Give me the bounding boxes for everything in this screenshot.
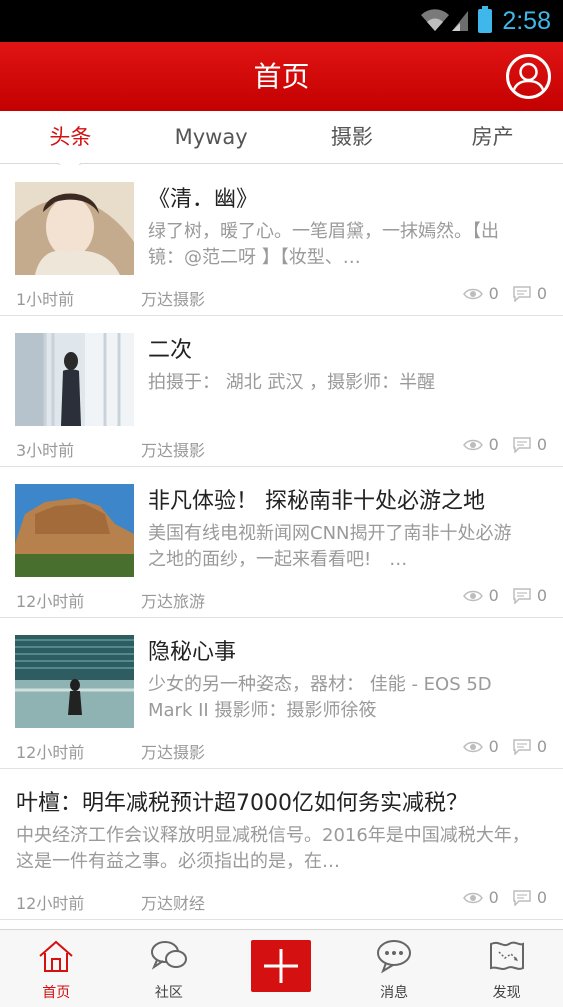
item-title: 《清．幽》	[148, 187, 259, 212]
item-source: 万达摄影	[141, 743, 206, 762]
item-stats: 0 0	[462, 737, 547, 756]
tab-photography[interactable]: 摄影	[282, 111, 423, 163]
thumbnail-image	[15, 635, 134, 728]
plus-icon	[264, 949, 299, 983]
eye-icon	[462, 439, 483, 450]
category-tabs: 头条 Myway 摄影 房产	[0, 111, 563, 164]
thumbnail-image	[15, 182, 134, 275]
nav-discover-label: 发现	[492, 985, 521, 1001]
tab-toutiao[interactable]: 头条	[0, 111, 141, 163]
battery-icon	[478, 6, 493, 33]
item-source: 万达旅游	[141, 592, 206, 611]
tab-real-estate[interactable]: 房产	[422, 111, 563, 163]
nav-home[interactable]: 首页	[0, 930, 113, 1007]
nav-messages[interactable]: 消息	[338, 930, 451, 1007]
comment-icon	[513, 285, 531, 302]
nav-community-label: 社区	[154, 985, 183, 1001]
status-time: 2:58	[502, 6, 551, 35]
thumbnail-image	[15, 484, 134, 577]
comment-icon	[513, 587, 531, 604]
comment-icon	[513, 889, 531, 906]
list-item[interactable]: 叶檀：明年减税预计超7000亿如何务实减税？ 中央经济工作会议释放明显减税信号。…	[0, 769, 563, 920]
view-count: 0	[488, 586, 499, 605]
eye-icon	[462, 741, 483, 752]
nav-messages-label: 消息	[380, 985, 409, 1001]
eye-icon	[462, 590, 483, 601]
status-icons: 2:58	[420, 6, 551, 36]
item-description: 少女的另一种姿态，器材： 佳能 - EOS 5D Mark II 摄影师：摄影师…	[148, 674, 492, 721]
app-header: 首页	[0, 42, 563, 111]
home-icon	[39, 940, 73, 972]
item-stats: 0 0	[462, 284, 547, 303]
comment-icon	[513, 738, 531, 755]
comment-icon	[513, 436, 531, 453]
item-time: 12小时前	[16, 743, 85, 762]
map-icon	[489, 941, 524, 970]
page-title: 首页	[253, 60, 310, 93]
nav-discover[interactable]: 发现	[450, 930, 563, 1007]
eye-icon	[462, 288, 483, 299]
view-count: 0	[488, 888, 499, 907]
item-time: 12小时前	[16, 592, 85, 611]
item-description: 绿了树，暖了心。一笔眉黛，一抹嫣然。【出镜：@范二呀 】【妆型、…	[148, 221, 499, 268]
comment-count: 0	[536, 737, 547, 756]
nav-add[interactable]	[225, 930, 338, 1007]
item-description: 美国有线电视新闻网CNN揭开了南非十处必游之地的面纱，一起来看看吧! …	[148, 523, 512, 570]
thumbnail-image	[15, 333, 134, 426]
view-count: 0	[488, 435, 499, 454]
item-title: 非凡体验！ 探秘南非十处必游之地	[148, 489, 485, 514]
list-item[interactable]: 二次 拍摄于： 湖北 武汉 ，摄影师：半醒 3小时前 万达摄影 0 0	[0, 316, 563, 467]
item-time: 1小时前	[16, 290, 75, 309]
item-title: 叶檀：明年减税预计超7000亿如何务实减税？	[16, 791, 468, 816]
nav-community[interactable]: 社区	[113, 930, 226, 1007]
comment-count: 0	[536, 888, 547, 907]
item-title: 二次	[148, 338, 193, 363]
item-time: 3小时前	[16, 441, 75, 460]
wifi-icon	[421, 9, 450, 31]
item-title: 隐秘心事	[148, 640, 237, 665]
signal-icon	[452, 11, 469, 31]
item-description: 中央经济工作会议释放明显减税信号。2016年是中国减税大年，这是一件有益之事。必…	[16, 825, 530, 872]
view-count: 0	[488, 284, 499, 303]
comment-count: 0	[536, 284, 547, 303]
nav-home-label: 首页	[42, 985, 71, 1001]
user-avatar-button[interactable]	[506, 54, 551, 99]
chat-bubbles-icon	[150, 941, 187, 970]
item-stats: 0 0	[462, 888, 547, 907]
user-icon	[511, 62, 546, 94]
comment-count: 0	[536, 435, 547, 454]
item-time: 12小时前	[16, 894, 85, 913]
bottom-navigation: 首页 社区 消息 发现	[0, 929, 563, 1007]
item-source: 万达摄影	[141, 441, 206, 460]
status-bar: 2:58	[0, 0, 563, 42]
item-description: 拍摄于： 湖北 武汉 ，摄影师：半醒	[148, 372, 436, 393]
item-stats: 0 0	[462, 586, 547, 605]
list-item[interactable]: 《清．幽》 绿了树，暖了心。一笔眉黛，一抹嫣然。【出镜：@范二呀 】【妆型、… …	[0, 165, 563, 316]
item-source: 万达财经	[141, 894, 206, 913]
view-count: 0	[488, 737, 499, 756]
comment-count: 0	[536, 586, 547, 605]
message-icon	[377, 940, 412, 974]
add-post-button[interactable]	[251, 940, 312, 992]
item-source: 万达摄影	[141, 290, 206, 309]
tab-myway[interactable]: Myway	[141, 111, 282, 163]
list-item[interactable]: 隐秘心事 少女的另一种姿态，器材： 佳能 - EOS 5D Mark II 摄影…	[0, 618, 563, 769]
item-stats: 0 0	[462, 435, 547, 454]
eye-icon	[462, 892, 483, 903]
list-item[interactable]: 非凡体验！ 探秘南非十处必游之地 美国有线电视新闻网CNN揭开了南非十处必游之地…	[0, 467, 563, 618]
